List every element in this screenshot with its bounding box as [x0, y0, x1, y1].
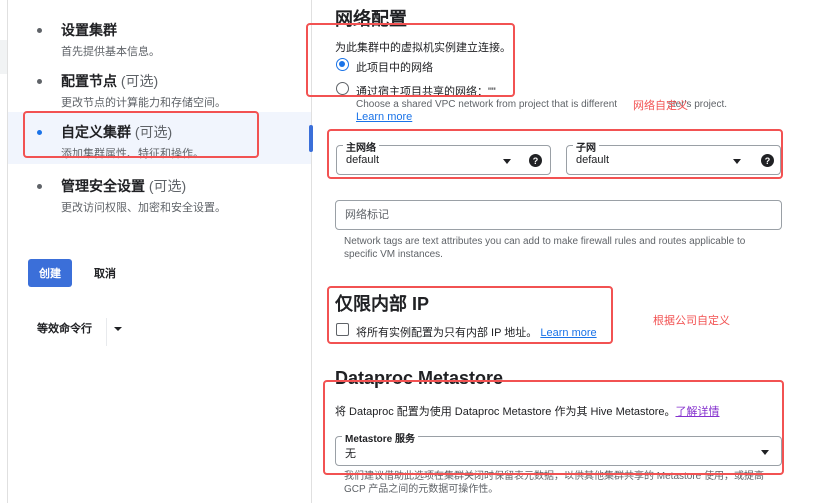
edge-shade — [0, 40, 7, 74]
optional-tag: (可选) — [120, 73, 159, 89]
internal-ip-heading: 仅限内部 IP — [335, 294, 430, 314]
steps-sidebar: 设置集群 首先提供基本信息。 配置节点 (可选) 更改节点的计算能力和存储空间。… — [8, 0, 312, 503]
metastore-intro: 将 Dataproc 配置为使用 Dataproc Metastore 作为其 … — [335, 403, 719, 419]
step-description: 首先提供基本信息。 — [61, 46, 160, 58]
radio-label: 通过宿主项目共享的网络："" — [356, 86, 496, 98]
chevron-down-icon[interactable] — [114, 327, 122, 331]
dropdown-caret-icon — [761, 450, 769, 455]
learn-more-link[interactable]: 了解详情 — [675, 406, 719, 418]
step-manage-security[interactable]: 管理安全设置 (可选) 更改访问权限、加密和安全设置。 — [8, 166, 311, 220]
network-tags-input[interactable] — [336, 201, 781, 229]
metastore-heading: Dataproc Metastore — [335, 368, 504, 388]
network-tags-field[interactable] — [335, 200, 782, 230]
dropdown-caret-icon — [733, 159, 741, 164]
internal-ip-label: 将所有实例配置为只有内部 IP 地址。 Learn more — [356, 324, 597, 340]
primary-network-select[interactable]: 主网络 default ? — [336, 139, 551, 175]
annotation-network-custom: 网络自定义 — [633, 100, 688, 112]
step-title-text: 自定义集群 — [61, 124, 131, 140]
step-setup-cluster[interactable]: 设置集群 首先提供基本信息。 — [8, 10, 311, 64]
step-bullet-icon — [37, 130, 42, 135]
step-bullet-icon — [37, 28, 42, 33]
divider — [106, 318, 107, 346]
step-title-text: 配置节点 — [61, 73, 117, 89]
help-icon[interactable]: ? — [761, 154, 774, 167]
network-tags-hint: Network tags are text attributes you can… — [344, 236, 746, 260]
dropdown-caret-icon — [503, 159, 511, 164]
field-value: default — [576, 154, 610, 166]
step-title-text: 设置集群 — [61, 22, 117, 38]
step-configure-nodes[interactable]: 配置节点 (可选) 更改节点的计算能力和存储空间。 — [8, 61, 311, 115]
create-button[interactable]: 创建 — [28, 259, 72, 287]
annotation-company-custom: 根据公司自定义 — [653, 315, 730, 327]
scrollbar-thumb[interactable] — [309, 125, 313, 152]
step-title-text: 管理安全设置 — [61, 178, 145, 194]
help-icon[interactable]: ? — [529, 154, 542, 167]
network-intro: 为此集群中的虚拟机实例建立连接。 — [335, 42, 511, 54]
field-value: 无 — [345, 448, 356, 460]
subnet-select[interactable]: 子网 default ? — [566, 139, 781, 175]
radio-shared-network[interactable] — [336, 82, 349, 95]
field-label: 子网 — [573, 139, 599, 154]
radio-label: 此项目中的网络 — [356, 62, 433, 74]
radio-this-project-network[interactable] — [336, 58, 349, 71]
step-title: 设置集群 — [61, 20, 117, 40]
field-label: Metastore 服务 — [342, 430, 419, 445]
metastore-service-select[interactable]: Metastore 服务 无 — [335, 430, 782, 466]
intro-text: 将 Dataproc 配置为使用 Dataproc Metastore 作为其 … — [335, 406, 676, 418]
network-heading: 网络配置 — [335, 9, 407, 29]
step-customize-cluster[interactable]: 自定义集群 (可选) 添加集群属性、特征和操作。 — [8, 112, 311, 164]
optional-tag: (可选) — [148, 178, 187, 194]
step-description: 添加集群属性、特征和操作。 — [61, 148, 204, 160]
learn-more-link[interactable]: Learn more — [540, 327, 596, 339]
equivalent-command-line-button[interactable]: 等效命令行 — [37, 320, 92, 336]
step-bullet-icon — [37, 184, 42, 189]
left-edge-panel — [0, 0, 8, 503]
step-description: 更改节点的计算能力和存储空间。 — [61, 97, 226, 109]
step-title: 管理安全设置 (可选) — [61, 176, 186, 196]
internal-ip-checkbox[interactable] — [336, 323, 349, 336]
optional-tag: (可选) — [134, 124, 173, 140]
hint-text: Choose a shared VPC network from project… — [356, 99, 620, 110]
dataproc-create-cluster-page: 设置集群 首先提供基本信息。 配置节点 (可选) 更改节点的计算能力和存储空间。… — [0, 0, 838, 503]
metastore-hint: 我们建议借助此选项在集群关闭时保留表元数据，以供其他集群共享的 Metastor… — [344, 471, 765, 495]
step-description: 更改访问权限、加密和安全设置。 — [61, 202, 226, 214]
step-title: 配置节点 (可选) — [61, 71, 158, 91]
step-bullet-icon — [37, 79, 42, 84]
field-value: default — [346, 154, 380, 166]
field-label: 主网络 — [343, 139, 379, 154]
checkbox-label-text: 将所有实例配置为只有内部 IP 地址。 — [356, 327, 538, 339]
cancel-button[interactable]: 取消 — [86, 259, 124, 287]
step-title: 自定义集群 (可选) — [61, 122, 172, 142]
learn-more-link[interactable]: Learn more — [356, 111, 412, 124]
